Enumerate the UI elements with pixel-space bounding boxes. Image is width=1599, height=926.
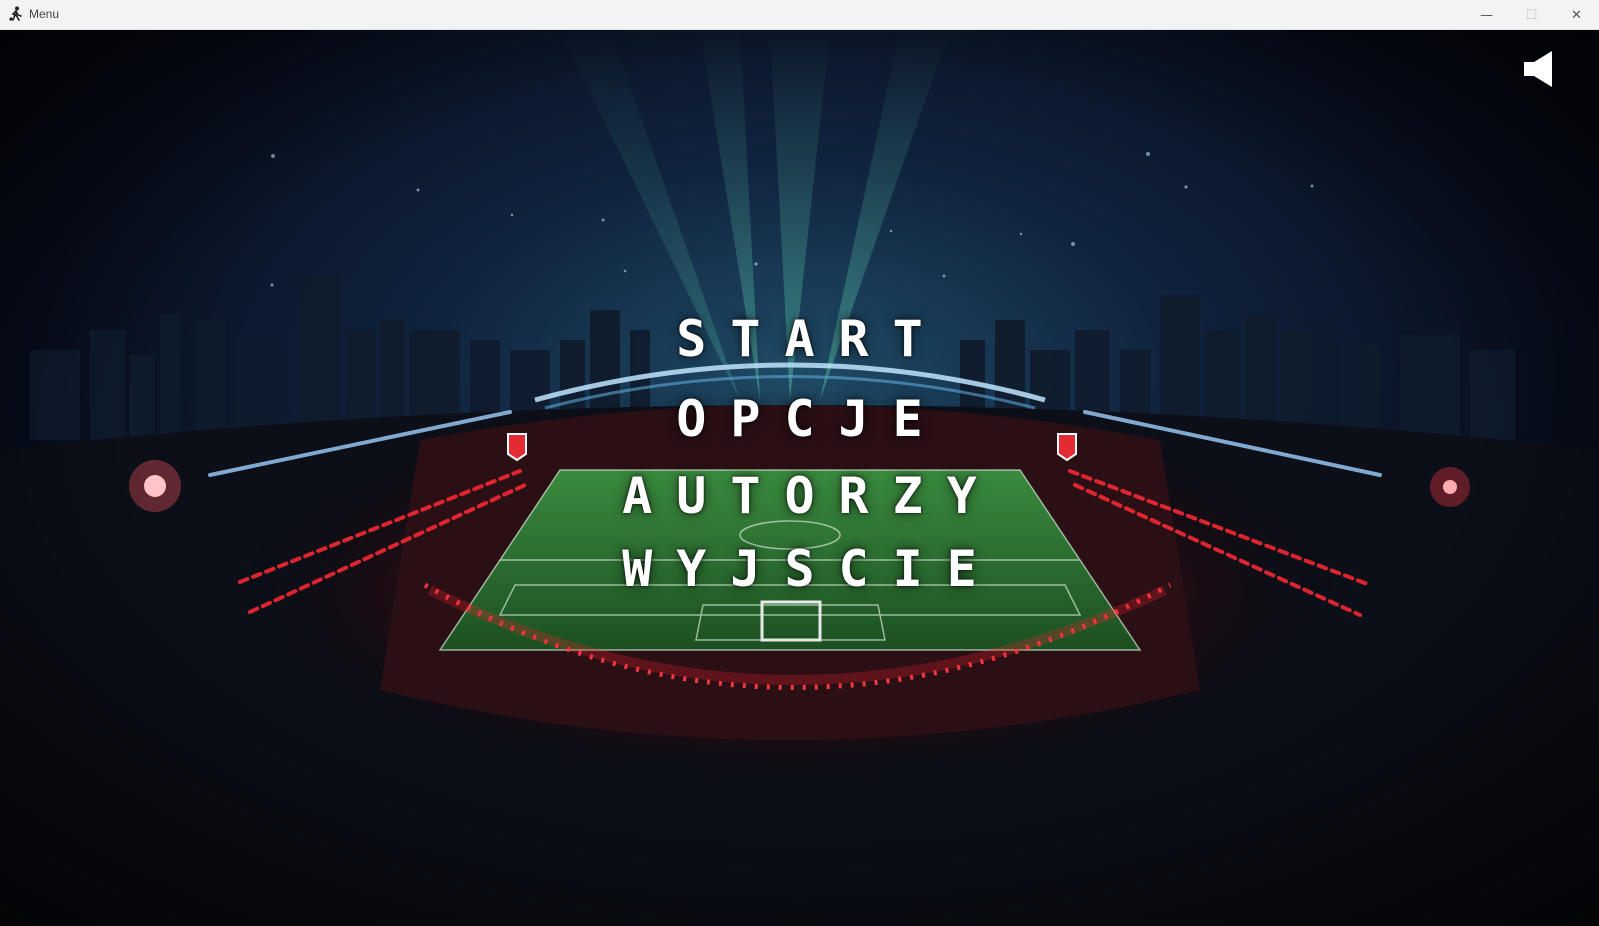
app-icon [9,6,22,21]
menu-authors-button[interactable]: AUTORZY [0,468,1599,524]
main-menu: START OPCJE AUTORZY WYJSCIE [0,30,1599,926]
close-button[interactable]: ✕ [1554,0,1599,30]
menu-start-button[interactable]: START [0,311,1599,367]
maximize-icon: ☐ [1525,7,1538,23]
game-canvas: START OPCJE AUTORZY WYJSCIE [0,30,1599,926]
minimize-button[interactable]: — [1464,0,1509,30]
menu-options-button[interactable]: OPCJE [0,391,1599,447]
window-title: Menu [29,7,60,21]
menu-exit-button[interactable]: WYJSCIE [0,541,1599,597]
minimize-icon: — [1480,7,1493,23]
window-titlebar: Menu — ☐ ✕ [0,0,1599,30]
close-icon: ✕ [1571,7,1582,23]
maximize-button[interactable]: ☐ [1509,0,1554,30]
